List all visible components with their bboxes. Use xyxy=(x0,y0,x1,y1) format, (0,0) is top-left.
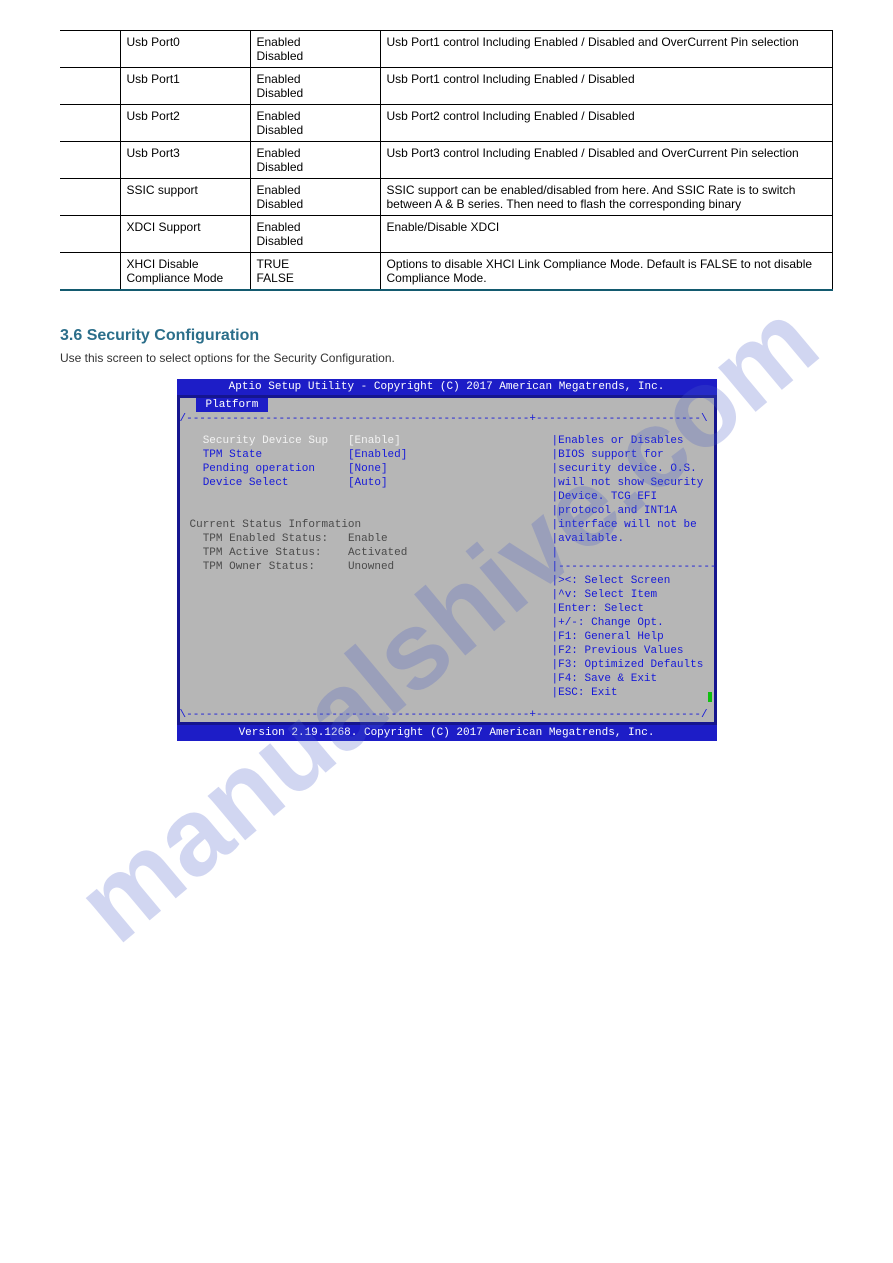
bios-option-selected[interactable]: Security Device Sup [Enable] xyxy=(190,435,401,447)
bios-status-heading: Current Status Information xyxy=(190,519,362,531)
table-row: Usb Port2Enabled DisabledUsb Port2 contr… xyxy=(60,105,833,142)
bios-key-hint: |><: Select Screen xyxy=(552,575,671,587)
bios-key-hint: |F3: Optimized Defaults xyxy=(552,659,704,671)
bios-help-line: |available. xyxy=(552,533,625,545)
bios-help-line: |interface will not be xyxy=(552,519,697,531)
bios-header: Aptio Setup Utility - Copyright (C) 2017… xyxy=(177,379,717,395)
options-table: Usb Port0Enabled DisabledUsb Port1 contr… xyxy=(60,30,833,291)
section-heading: 3.6 Security Configuration xyxy=(60,327,833,345)
bios-help-line: |security device. O.S. xyxy=(552,463,697,475)
bios-divider-bottom: \---------------------------------------… xyxy=(180,708,714,722)
bios-key-hint: |+/-: Change Opt. xyxy=(552,617,664,629)
bios-key-hint: |Enter: Select xyxy=(552,603,644,615)
bios-right-pane: |Enables or Disables |BIOS support for |… xyxy=(552,430,719,704)
bios-divider-mid: |------------------------ xyxy=(552,561,717,573)
bios-divider-top: /---------------------------------------… xyxy=(180,412,714,426)
bios-screen: Platform /------------------------------… xyxy=(177,395,717,725)
bios-help-line: |will not show Security xyxy=(552,477,704,489)
bios-help-line: |protocol and INT1A xyxy=(552,505,677,517)
scroll-indicator-icon xyxy=(708,692,712,702)
bios-help-line: |Device. TCG EFI xyxy=(552,491,658,503)
section-subtext: Use this screen to select options for th… xyxy=(60,351,833,365)
bios-status-row: TPM Enabled Status: Enable xyxy=(190,533,388,545)
bios-key-hint: |F1: General Help xyxy=(552,631,664,643)
bios-key-hint: |F4: Save & Exit xyxy=(552,673,658,685)
bios-help-line: |Enables or Disables xyxy=(552,435,684,447)
bios-key-hint: |F2: Previous Values xyxy=(552,645,684,657)
table-row: Usb Port3Enabled DisabledUsb Port3 contr… xyxy=(60,142,833,179)
bios-footer: Version 2.19.1268. Copyright (C) 2017 Am… xyxy=(177,725,717,741)
bios-tab[interactable]: Platform xyxy=(196,398,269,412)
bios-option[interactable]: TPM State [Enabled] xyxy=(190,449,408,461)
table-row: XDCI SupportEnabled DisabledEnable/Disab… xyxy=(60,216,833,253)
table-row: SSIC supportEnabled DisabledSSIC support… xyxy=(60,179,833,216)
bios-status-row: TPM Active Status: Activated xyxy=(190,547,408,559)
table-row: Usb Port0Enabled DisabledUsb Port1 contr… xyxy=(60,31,833,68)
bios-option[interactable]: Pending operation [None] xyxy=(190,463,388,475)
bios-key-hint: |ESC: Exit xyxy=(552,687,618,699)
bios-key-hint: |^v: Select Item xyxy=(552,589,658,601)
bios-help-line: |BIOS support for xyxy=(552,449,664,461)
bios-status-row: TPM Owner Status: Unowned xyxy=(190,561,395,573)
table-row: XHCI Disable Compliance ModeTRUE FALSEOp… xyxy=(60,253,833,291)
table-row: Usb Port1Enabled DisabledUsb Port1 contr… xyxy=(60,68,833,105)
bios-option[interactable]: Device Select [Auto] xyxy=(190,477,388,489)
bios-left-pane: Security Device Sup [Enable] TPM State [… xyxy=(184,430,552,704)
